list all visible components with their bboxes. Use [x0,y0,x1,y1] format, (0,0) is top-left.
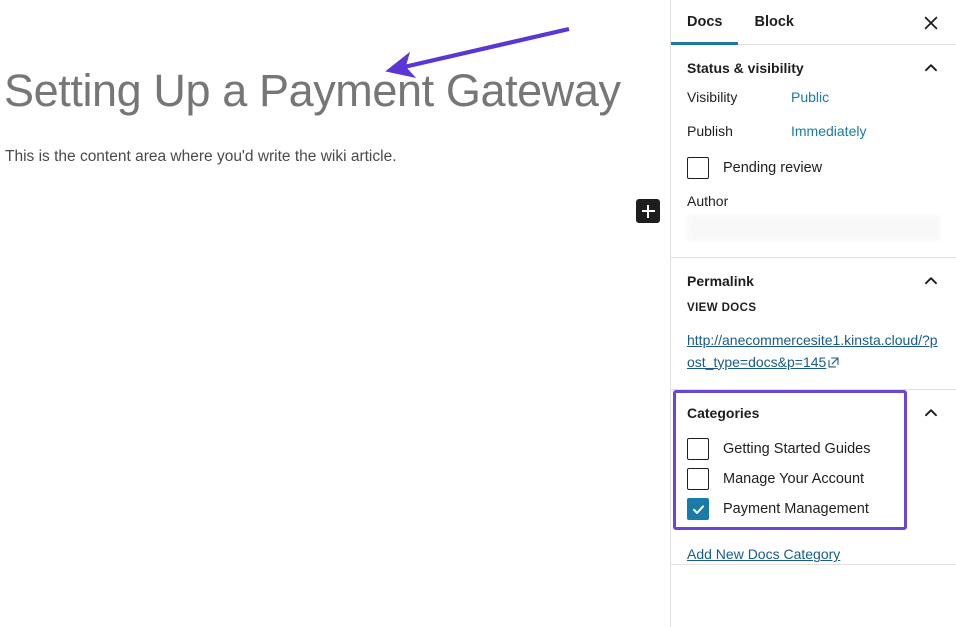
panel-permalink-header[interactable]: Permalink [671,258,956,302]
author-select[interactable] [687,215,940,241]
publish-value-button[interactable]: Immediately [791,123,866,139]
pending-review-label: Pending review [723,160,823,176]
page-title[interactable]: Setting Up a Payment Gateway [4,64,624,119]
tab-block[interactable]: Block [738,0,810,44]
category-label: Getting Started Guides [723,441,871,458]
category-checkbox-manage-your-account[interactable] [687,468,709,491]
external-link-icon [828,357,839,368]
panel-permalink-title: Permalink [687,273,754,289]
checkmark-icon [692,505,704,514]
editor-canvas: Setting Up a Payment Gateway This is the… [0,0,670,627]
row-publish: Publish Immediately [687,123,940,139]
publish-label: Publish [687,123,733,139]
tab-docs[interactable]: Docs [671,0,739,45]
panel-permalink: Permalink VIEW DOCS http://anecommercesi… [671,258,956,391]
row-visibility: Visibility Public [687,89,940,105]
category-item: Payment Management [687,498,940,521]
view-docs-label: VIEW DOCS [687,302,757,314]
panel-status-visibility-header[interactable]: Status & visibility [671,45,956,89]
sidebar-tab-bar: Docs Block [671,0,956,45]
category-item: Manage Your Account [687,468,940,491]
panel-status-visibility: Status & visibility Visibility Public Pu… [671,45,956,258]
panel-status-visibility-body: Visibility Public Publish Immediately Pe… [671,89,956,257]
category-checkbox-payment-management[interactable] [687,498,709,521]
panel-status-visibility-title: Status & visibility [687,60,804,76]
row-pending-review: Pending review [687,157,940,179]
category-item: Getting Started Guides [687,438,940,461]
panel-categories-title: Categories [687,405,760,422]
tab-block-label: Block [754,14,794,30]
pending-review-checkbox[interactable] [687,157,709,179]
visibility-label: Visibility [687,89,738,105]
category-checkbox-getting-started-guides[interactable] [687,438,709,461]
plus-icon-vertical [647,204,649,218]
block-inserter-button[interactable] [636,199,660,223]
close-icon [924,16,938,30]
category-label: Manage Your Account [723,471,865,488]
chevron-up-icon [925,277,937,285]
editor-app: Setting Up a Payment Gateway This is the… [0,0,956,627]
tab-docs-label: Docs [687,14,723,30]
panel-categories: Categories Getting Started Guides Manage… [671,390,956,566]
panel-permalink-body: VIEW DOCS http://anecommercesite1.kinsta… [671,302,956,389]
visibility-value-button[interactable]: Public [791,89,829,105]
panel-categories-header[interactable]: Categories [671,390,956,434]
close-sidebar-button[interactable] [918,10,944,36]
author-label: Author [687,193,729,209]
category-label: Payment Management [723,501,869,518]
settings-sidebar: Docs Block Status & visibility Visibilit… [670,0,956,627]
post-content-paragraph[interactable]: This is the content area where you'd wri… [5,145,605,170]
panel-categories-body: Getting Started Guides Manage Your Accou… [671,434,956,538]
chevron-up-icon [925,64,937,72]
chevron-up-icon [925,409,937,417]
add-new-docs-category-link[interactable]: Add New Docs Category [687,546,840,562]
permalink-url-link[interactable]: http://anecommercesite1.kinsta.cloud/?po… [687,332,938,370]
categories-highlight-wrapper: Categories Getting Started Guides Manage… [671,390,956,538]
